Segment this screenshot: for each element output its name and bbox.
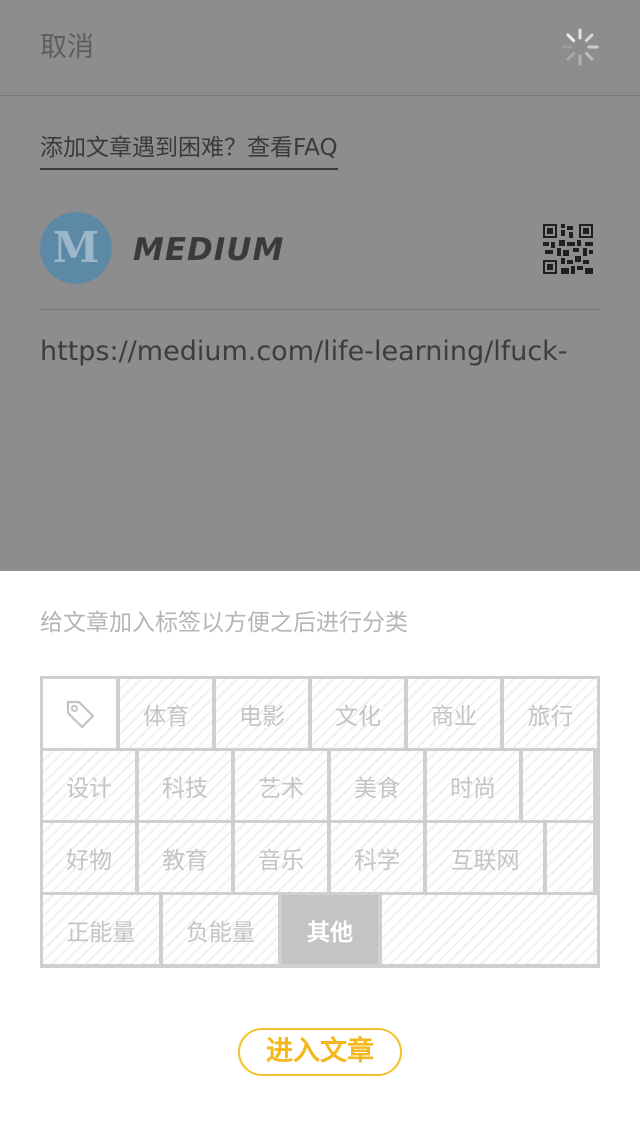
tag-row: 好物 教育 音乐 科学 互联网 xyxy=(41,823,599,892)
article-url-field[interactable]: https://medium.com/life-learning/lfuck- xyxy=(40,330,600,374)
tag-culture[interactable]: 文化 xyxy=(312,679,404,748)
tag-fashion[interactable]: 时尚 xyxy=(427,751,519,820)
nav-divider xyxy=(0,95,640,96)
tag-education[interactable]: 教育 xyxy=(139,823,231,892)
nav-bar: 取消 xyxy=(0,0,640,95)
tag-technology[interactable]: 科技 xyxy=(139,751,231,820)
tag-art[interactable]: 艺术 xyxy=(235,751,327,820)
empty-cell xyxy=(523,751,593,820)
tag-internet[interactable]: 互联网 xyxy=(427,823,543,892)
tag-science[interactable]: 科学 xyxy=(331,823,423,892)
empty-cell xyxy=(547,823,593,892)
enter-article-button[interactable]: 进入文章 xyxy=(238,1028,402,1076)
tag-row: 体育 电影 文化 商业 旅行 xyxy=(41,679,599,748)
source-name: MEDIUM xyxy=(133,232,285,268)
tag-negative-energy[interactable]: 负能量 xyxy=(162,895,279,964)
dimmed-background: 取消 添加文章遇到困难？查看FAQ M MEDIUM https://mediu… xyxy=(0,0,640,571)
tag-row: 正能量 负能量 其他 xyxy=(41,895,599,964)
empty-cell xyxy=(381,895,597,964)
medium-logo: M xyxy=(40,212,112,284)
qr-code-icon[interactable] xyxy=(543,224,593,274)
tag-grid: 体育 电影 文化 商业 旅行 设计 科技 艺术 美食 时尚 好物 教育 音乐 科… xyxy=(40,676,600,968)
tag-business[interactable]: 商业 xyxy=(408,679,500,748)
faq-link[interactable]: 添加文章遇到困难？查看FAQ xyxy=(40,130,338,170)
tag-music[interactable]: 音乐 xyxy=(235,823,327,892)
tag-positive-energy[interactable]: 正能量 xyxy=(43,895,159,964)
tag-design[interactable]: 设计 xyxy=(43,751,135,820)
tag-travel[interactable]: 旅行 xyxy=(504,679,597,748)
tag-row: 设计 科技 艺术 美食 时尚 xyxy=(41,751,599,820)
tag-movies[interactable]: 电影 xyxy=(216,679,308,748)
tag-food[interactable]: 美食 xyxy=(331,751,423,820)
source-row: M MEDIUM xyxy=(40,212,600,286)
tag-sports[interactable]: 体育 xyxy=(120,679,212,748)
tag-icon xyxy=(43,679,116,748)
cancel-button[interactable]: 取消 xyxy=(40,28,94,68)
tag-hint-text: 给文章加入标签以方便之后进行分类 xyxy=(40,610,408,636)
tag-other[interactable]: 其他 xyxy=(282,895,378,964)
tag-good-stuff[interactable]: 好物 xyxy=(43,823,135,892)
loading-spinner-icon xyxy=(561,28,599,66)
source-divider xyxy=(40,309,600,310)
